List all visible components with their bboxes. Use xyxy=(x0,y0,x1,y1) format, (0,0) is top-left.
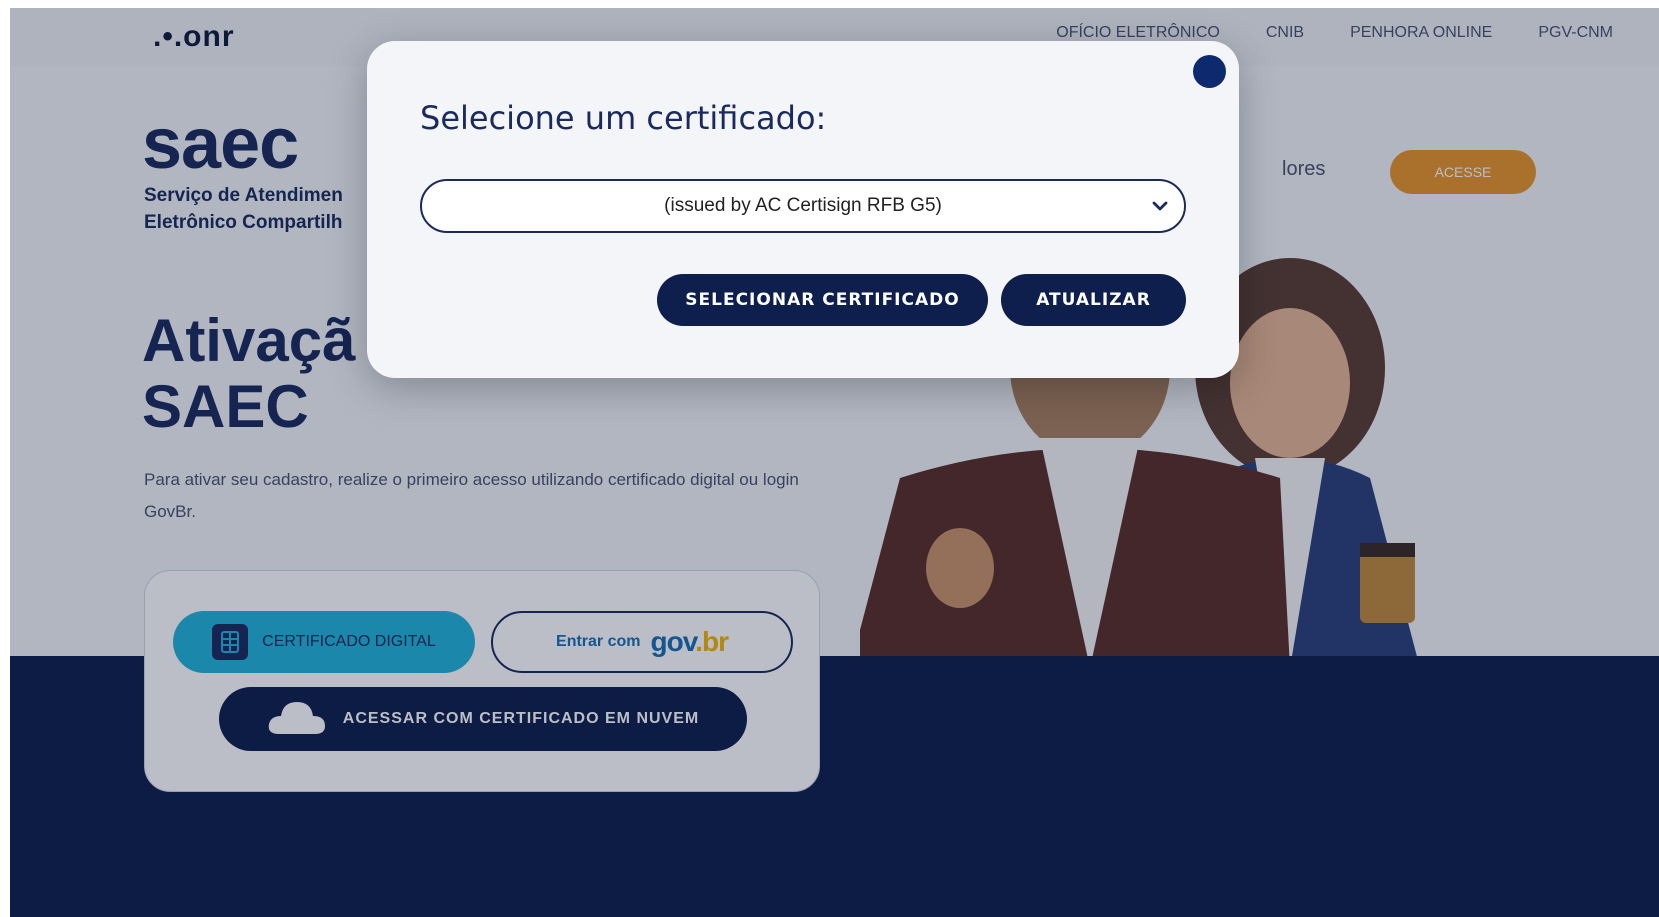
chevron-down-icon xyxy=(1152,201,1168,211)
close-button[interactable] xyxy=(1193,55,1226,88)
certificate-select[interactable]: (issued by AC Certisign RFB G5) xyxy=(420,179,1186,233)
browser-viewport: .•.onr OFÍCIO ELETRÔNICO CNIB PENHORA ON… xyxy=(10,8,1659,917)
modal-title: Selecione um certificado: xyxy=(420,99,827,137)
certificate-select-value: (issued by AC Certisign RFB G5) xyxy=(664,195,942,216)
certificate-modal: Selecione um certificado: (issued by AC … xyxy=(367,41,1239,378)
update-button[interactable]: ATUALIZAR xyxy=(1001,274,1186,326)
select-certificate-button[interactable]: SELECIONAR CERTIFICADO xyxy=(657,274,988,326)
